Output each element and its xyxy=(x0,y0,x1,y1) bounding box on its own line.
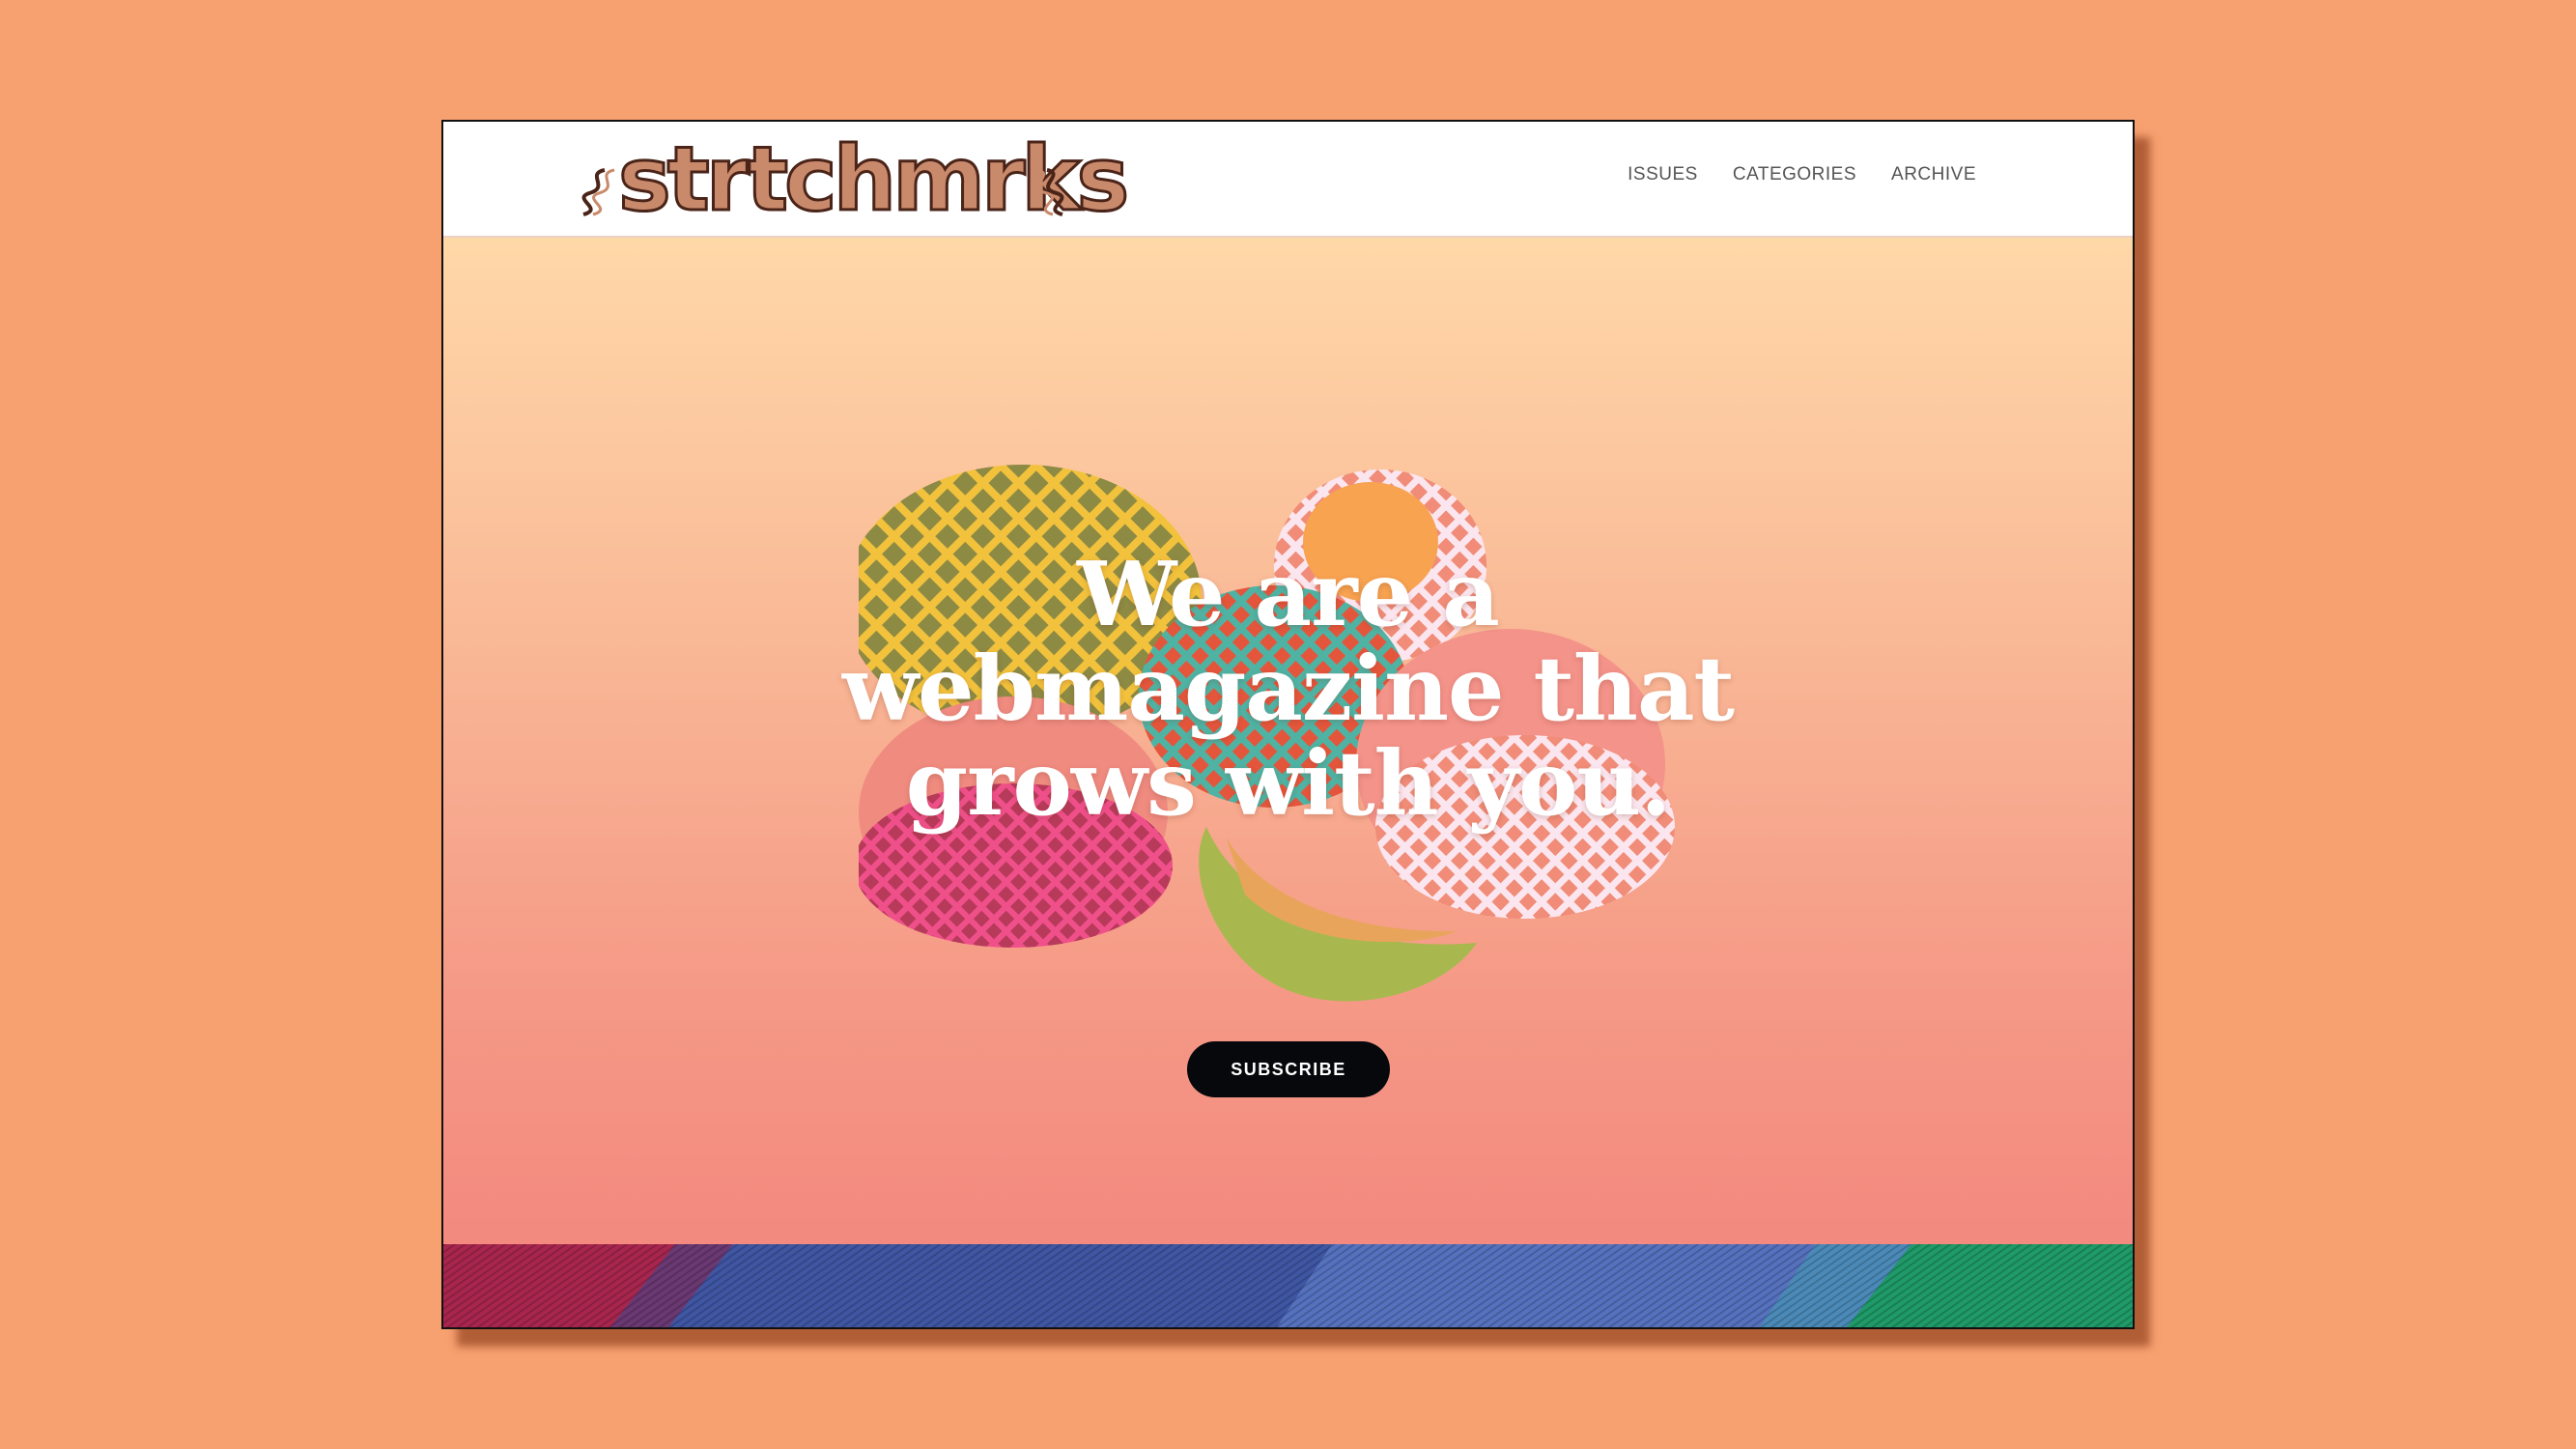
hero-headline: We are a webmagazine that grows with you… xyxy=(443,547,2133,831)
logo-wave-icon xyxy=(1036,168,1064,216)
nav-archive[interactable]: ARCHIVE xyxy=(1891,164,1976,185)
hero-headline-line-2: webmagazine that xyxy=(841,637,1735,741)
logo-wave-icon xyxy=(581,168,615,216)
hero-section: We are a webmagazine that grows with you… xyxy=(443,238,2133,1244)
nav-issues[interactable]: ISSUES xyxy=(1628,164,1698,185)
hero-headline-line-1: We are a xyxy=(1077,542,1500,646)
site-logo[interactable]: strtchmrks xyxy=(581,131,1131,227)
fabric-image-strip xyxy=(443,1244,2133,1327)
fabric-texture xyxy=(443,1244,2133,1327)
hero-headline-line-3: grows with you. xyxy=(905,731,1671,836)
site-header: strtchmrks ISSUES CATEGORIES ARCHIVE xyxy=(443,122,2133,238)
website-mockup-window: strtchmrks ISSUES CATEGORIES ARCHIVE We … xyxy=(441,120,2135,1329)
main-nav: ISSUES CATEGORIES ARCHIVE xyxy=(1628,164,1976,185)
subscribe-button[interactable]: SUBSCRIBE xyxy=(1187,1041,1390,1097)
nav-categories[interactable]: CATEGORIES xyxy=(1733,164,1856,185)
